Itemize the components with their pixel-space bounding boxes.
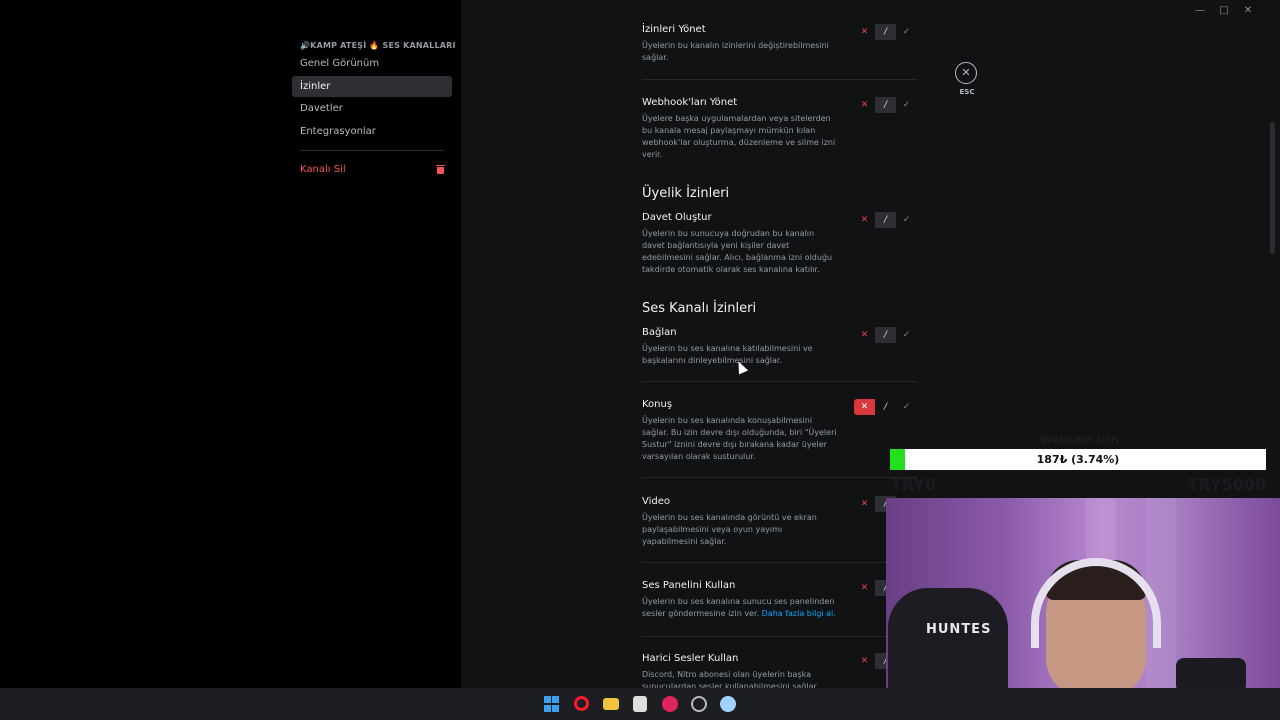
row-divider	[642, 477, 917, 478]
allow-button[interactable]: ✓	[896, 212, 917, 228]
webcam-feed: HUNTES	[886, 498, 1280, 720]
allow-button[interactable]: ✓	[896, 97, 917, 113]
close-icon[interactable]: ✕	[955, 62, 977, 84]
permission-description: Üyelerin bu kanalın izinlerini değiştire…	[642, 41, 829, 62]
donation-goal-max: TRY5000	[1187, 475, 1266, 494]
window-controls: — □ ✕	[1188, 4, 1260, 18]
permission-toggle: ✕ / ✓	[854, 327, 917, 343]
deny-button[interactable]: ✕	[854, 580, 875, 596]
sidebar-item-invites[interactable]: Davetler	[292, 98, 452, 119]
permission-description: Üyelerin bu ses kanalına sunucu ses pane…	[642, 596, 837, 620]
headset	[1031, 558, 1161, 648]
deny-button[interactable]: ✕	[854, 327, 875, 343]
folder-icon[interactable]	[603, 698, 619, 710]
donation-goal-text: 187₺ (3.74%)	[1036, 453, 1120, 466]
settings-sidebar: 🔊KAMP ATEŞİ 🔥 SES KANALLARI Genel Görünü…	[292, 38, 456, 181]
allow-button[interactable]: ✓	[896, 399, 917, 415]
esc-close[interactable]: ✕ ESC	[955, 62, 979, 96]
row-divider	[642, 562, 917, 563]
settings-icon[interactable]	[691, 696, 707, 712]
section-title-membership: Üyelik İzinleri	[642, 186, 730, 201]
row-divider	[642, 636, 917, 637]
maximize-button[interactable]: □	[1212, 4, 1236, 18]
permission-toggle: ✕ / ✓	[854, 24, 917, 40]
neutral-button[interactable]: /	[875, 97, 896, 113]
deny-button[interactable]: ✕	[854, 496, 875, 512]
sidebar-divider	[300, 149, 444, 151]
donation-goal-bar: 187₺ (3.74%)	[890, 449, 1266, 470]
sidebar-item-integrations[interactable]: Entegrasyonlar	[292, 121, 452, 142]
neutral-button[interactable]: /	[875, 399, 896, 415]
channel-category-label: 🔊KAMP ATEŞİ 🔥 SES KANALLARI	[300, 41, 456, 50]
chair-logo-text: HUNTES	[926, 622, 992, 637]
permission-toggle: ✕ / ✓	[854, 97, 917, 113]
opera-icon[interactable]	[574, 696, 589, 711]
allow-button[interactable]: ✓	[896, 24, 917, 40]
minimize-button[interactable]: —	[1188, 4, 1212, 18]
permission-description: Üyelerin bu ses kanalında konuşabilmesin…	[642, 416, 837, 461]
content-scrollbar[interactable]	[1270, 122, 1275, 254]
permission-toggle: ✕ / ✓	[854, 212, 917, 228]
deny-button[interactable]: ✕	[854, 24, 875, 40]
allow-button[interactable]: ✓	[896, 327, 917, 343]
trash-icon	[436, 164, 445, 174]
donation-goal-min: TRY0	[891, 475, 937, 494]
permission-description: Üyelerin bu sunucuya doğrudan bu kanalın…	[642, 229, 833, 274]
neutral-button[interactable]: /	[875, 327, 896, 343]
windows-icon[interactable]	[544, 696, 560, 712]
sidebar-item-permissions[interactable]: İzinler	[292, 75, 452, 97]
close-window-button[interactable]: ✕	[1236, 4, 1260, 18]
donation-goal-title: Webcam İçin	[1040, 433, 1119, 446]
deny-button[interactable]: ✕	[854, 653, 875, 669]
permission-description: Üyelerin bu ses kanalında görüntü ve ekr…	[642, 513, 817, 546]
permission-description: Üyelere başka uygulamalardan veya sitele…	[642, 114, 836, 159]
neutral-button[interactable]: /	[875, 212, 896, 228]
delete-channel-button[interactable]: Kanalı Sil	[292, 159, 452, 180]
row-divider	[642, 79, 917, 80]
media-icon[interactable]	[662, 696, 678, 712]
delete-channel-label: Kanalı Sil	[300, 163, 346, 175]
row-divider	[642, 381, 917, 382]
notepad-icon[interactable]	[633, 696, 647, 712]
deny-button[interactable]: ✕	[854, 212, 875, 228]
permission-description: Discord, Nitro abonesi olan üyelerin baş…	[642, 670, 819, 688]
sidebar-item-overview[interactable]: Genel Görünüm	[292, 53, 452, 74]
deny-button[interactable]: ✕	[854, 97, 875, 113]
section-title-voice: Ses Kanalı İzinleri	[642, 301, 757, 316]
esc-label: ESC	[959, 88, 975, 96]
deny-button[interactable]: ✕	[854, 399, 875, 415]
neutral-button[interactable]: /	[875, 24, 896, 40]
permission-toggle: ✕ / ✓	[854, 399, 917, 415]
app-icon[interactable]	[720, 696, 736, 712]
learn-more-link[interactable]: Daha fazla bilgi al.	[762, 609, 836, 618]
